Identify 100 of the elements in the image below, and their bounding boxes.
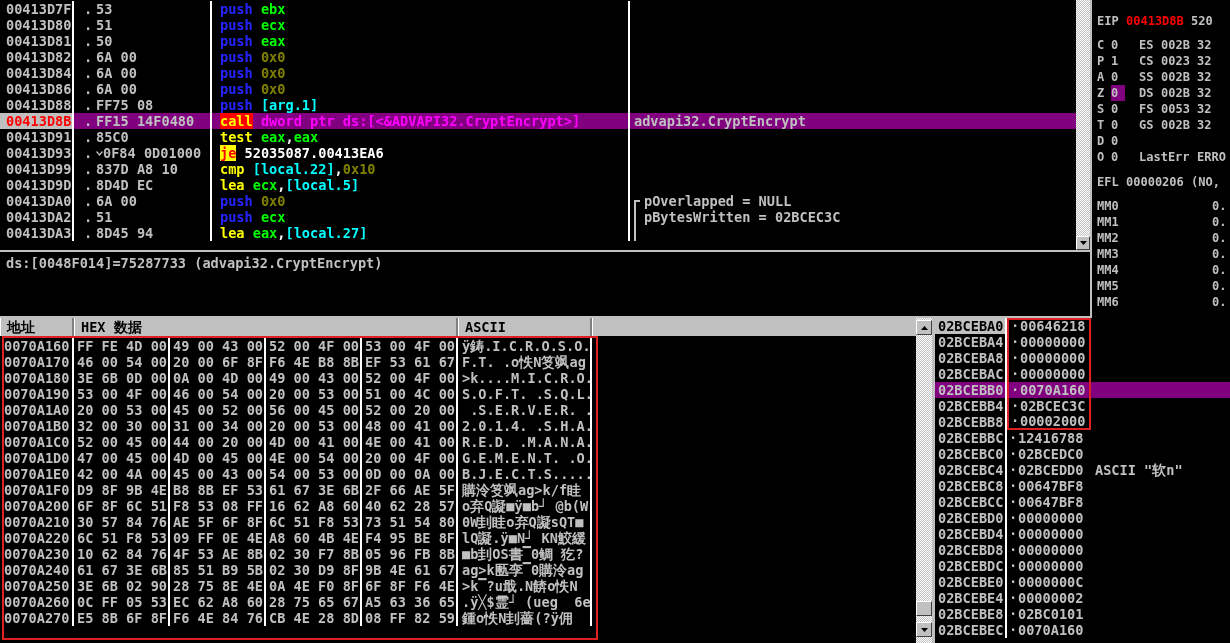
flag-value[interactable]: 0	[1111, 69, 1125, 85]
hex-cell: 52 00 45 00	[74, 434, 170, 450]
instruction-text: push ecx	[212, 17, 630, 33]
bytes-cell: 51	[96, 17, 113, 33]
register-value[interactable]: 00413D8B	[1126, 13, 1184, 29]
segment-value[interactable]: 002B	[1161, 85, 1197, 101]
stack-row[interactable]: 02BCEBE4 ·00000002	[935, 590, 1230, 606]
stack-row[interactable]: 02BCEBBC ·12416788	[935, 430, 1230, 446]
disassembly-row[interactable]: 00413DA2 . 51 push ecx pBytesWritten = 02BCEC3C	[0, 209, 1076, 225]
segment-value[interactable]: 002B	[1161, 37, 1197, 53]
stack-row[interactable]: 02BCEBB4 ·02BCEC3C	[935, 398, 1230, 414]
address-cell: 02BCEBA0	[935, 318, 1007, 334]
address-cell: 00413D84	[0, 65, 74, 81]
stack-row[interactable]: 02BCEBDC ·00000000	[935, 558, 1230, 574]
segment-bits: 32	[1197, 37, 1212, 53]
column-header[interactable]: ASCII	[458, 318, 592, 336]
hex-cell: 47 00 45 00	[74, 450, 170, 466]
hex-cell: 85 51 B9 5B	[170, 562, 266, 578]
stack-row[interactable]: 02BCEBA0 ·00646218	[935, 318, 1230, 334]
column-header[interactable]: 地址	[0, 318, 74, 336]
flag-value[interactable]: 0	[1111, 133, 1125, 149]
register-value[interactable]: 0.	[1212, 198, 1227, 214]
address-cell: 02BCEBC0	[935, 446, 1007, 462]
address-cell: 02BCEBB8	[935, 414, 1007, 430]
disassembly-row[interactable]: 00413D82 . 6A 00 push 0x0	[0, 49, 1076, 65]
hex-cell: 56 00 45 00	[266, 402, 362, 418]
stack-row[interactable]: 02BCEBEC ·0070A160	[935, 622, 1230, 638]
stack-row[interactable]: 02BCEBD0 ·00000000	[935, 510, 1230, 526]
address-cell: 02BCEBA8	[935, 350, 1007, 366]
flag-value[interactable]: 1	[1111, 53, 1125, 69]
stack-row[interactable]: 02BCEBD4 ·00000000	[935, 526, 1230, 542]
flag-value[interactable]: 0	[1111, 37, 1125, 53]
stack-row[interactable]: 02BCEBA4 ·00000000	[935, 334, 1230, 350]
address-cell: 00413DA0	[0, 193, 74, 209]
stack-value: ·00647BF8	[1008, 478, 1085, 494]
flag-value[interactable]: 0	[1111, 117, 1125, 133]
stack-row[interactable]: 02BCEBE8 ·02BC0101	[935, 606, 1230, 622]
register-value[interactable]: 0.	[1212, 262, 1227, 278]
scrollbar[interactable]	[916, 318, 932, 643]
column-header[interactable]: HEX 数据	[74, 318, 458, 336]
comment-text: ASCII "软n"	[1095, 462, 1183, 478]
stack-row[interactable]: 02BCEBCC ·00647BF8	[935, 494, 1230, 510]
disassembly-row[interactable]: 00413D81 . 50 push eax	[0, 33, 1076, 49]
hex-cell: EC 62 A8 60	[170, 594, 266, 610]
flag-value[interactable]: 0	[1111, 149, 1125, 165]
address-cell: 0070A200	[0, 498, 74, 514]
stack-row[interactable]: 02BCEBC0 ·02BCEDC0	[935, 446, 1230, 462]
register-value[interactable]: 0.	[1212, 246, 1227, 262]
disassembly-row[interactable]: 00413D93 . 0F84 0D01000 je 52035087.00413EA6	[0, 145, 1076, 161]
hex-cell: A5 63 36 65	[362, 594, 458, 610]
hex-cell: A8 60 4B 4E	[266, 530, 362, 546]
address-cell: 00413D7F	[0, 1, 74, 17]
stack-row[interactable]: 02BCEBC8 ·00647BF8	[935, 478, 1230, 494]
stack-row[interactable]: 02BCEBD8 ·00000000	[935, 542, 1230, 558]
disassembly-row[interactable]: 00413D80 . 51 push ecx	[0, 17, 1076, 33]
flag-value[interactable]: 0	[1111, 85, 1125, 101]
hex-cell: B8 8B EF 53	[170, 482, 266, 498]
hex-cell: 4E 00 41 00	[362, 434, 458, 450]
disassembly-row[interactable]: 00413D9D . 8D4D EC lea ecx,[local.5]	[0, 177, 1076, 193]
register-value[interactable]: 00000206	[1126, 174, 1184, 190]
scrollbar[interactable]	[1076, 0, 1090, 250]
address-cell: 0070A180	[0, 370, 74, 386]
disassembly-row[interactable]: 00413D86 . 6A 00 push 0x0	[0, 81, 1076, 97]
disassembly-row[interactable]: 00413D8B . FF15 14F0480 call dword ptr ds:[<&ADVAPI32.CryptEncrypt>] advapi32.CryptEncrypt	[0, 113, 1076, 129]
row-marker: .	[84, 1, 94, 17]
hex-cell: 0C FF 05 53	[74, 594, 170, 610]
instruction-text: cmp [local.22],0x10	[212, 161, 630, 177]
ascii-cell: .S.E.R.V.E.R. .	[458, 402, 592, 418]
address-cell: 0070A1F0	[0, 482, 74, 498]
bytes-cell: 85C0	[96, 129, 129, 145]
segment-value[interactable]: 0023	[1161, 53, 1197, 69]
register-value[interactable]: 0.	[1212, 278, 1227, 294]
register-value[interactable]: 0.	[1212, 230, 1227, 246]
stack-row[interactable]: 02BCEBE0 ·0000000C	[935, 574, 1230, 590]
segment-value[interactable]: 002B	[1161, 117, 1197, 133]
disassembly-row[interactable]: 00413D84 . 6A 00 push 0x0	[0, 65, 1076, 81]
flag-value[interactable]: 0	[1111, 101, 1125, 117]
scroll-down-button[interactable]	[1076, 236, 1090, 250]
disassembly-row[interactable]: 00413D99 . 837D A8 10 cmp [local.22],0x10	[0, 161, 1076, 177]
scroll-up-button[interactable]	[916, 320, 932, 335]
register-name: EIP	[1097, 13, 1120, 29]
register-value[interactable]: 0.	[1212, 214, 1227, 230]
scroll-down-button[interactable]	[916, 622, 932, 637]
segment-value[interactable]: 0053	[1161, 101, 1197, 117]
disassembly-row[interactable]: 00413DA3 . 8D45 94 lea eax,[local.27]	[0, 225, 1076, 241]
stack-row[interactable]: 02BCEBB0 ·0070A160	[935, 382, 1230, 398]
ascii-cell: >k▔?u戢.N餴o怢N	[458, 578, 592, 594]
stack-row[interactable]: 02BCEBA8 ·00000000	[935, 350, 1230, 366]
stack-row[interactable]: 02BCEBB8 ·00002000	[935, 414, 1230, 430]
register-value[interactable]: 0.	[1212, 294, 1227, 310]
register-name: MM1	[1097, 214, 1120, 230]
hex-cell: 16 62 A8 60	[266, 498, 362, 514]
disassembly-row[interactable]: 00413D7F . 53 push ebx	[0, 1, 1076, 17]
scroll-thumb[interactable]	[916, 601, 932, 616]
row-marker: .	[84, 225, 94, 241]
disassembly-row[interactable]: 00413DA0 . 6A 00 push 0x0 pOverlapped = NULL	[0, 193, 1076, 209]
segment-value[interactable]: 002B	[1161, 69, 1197, 85]
stack-row[interactable]: 02BCEBC4 ·02BCEDD0 ASCII "软n"	[935, 462, 1230, 478]
flag-name: D	[1097, 133, 1106, 149]
hex-cell: 51 00 4C 00	[362, 386, 458, 402]
